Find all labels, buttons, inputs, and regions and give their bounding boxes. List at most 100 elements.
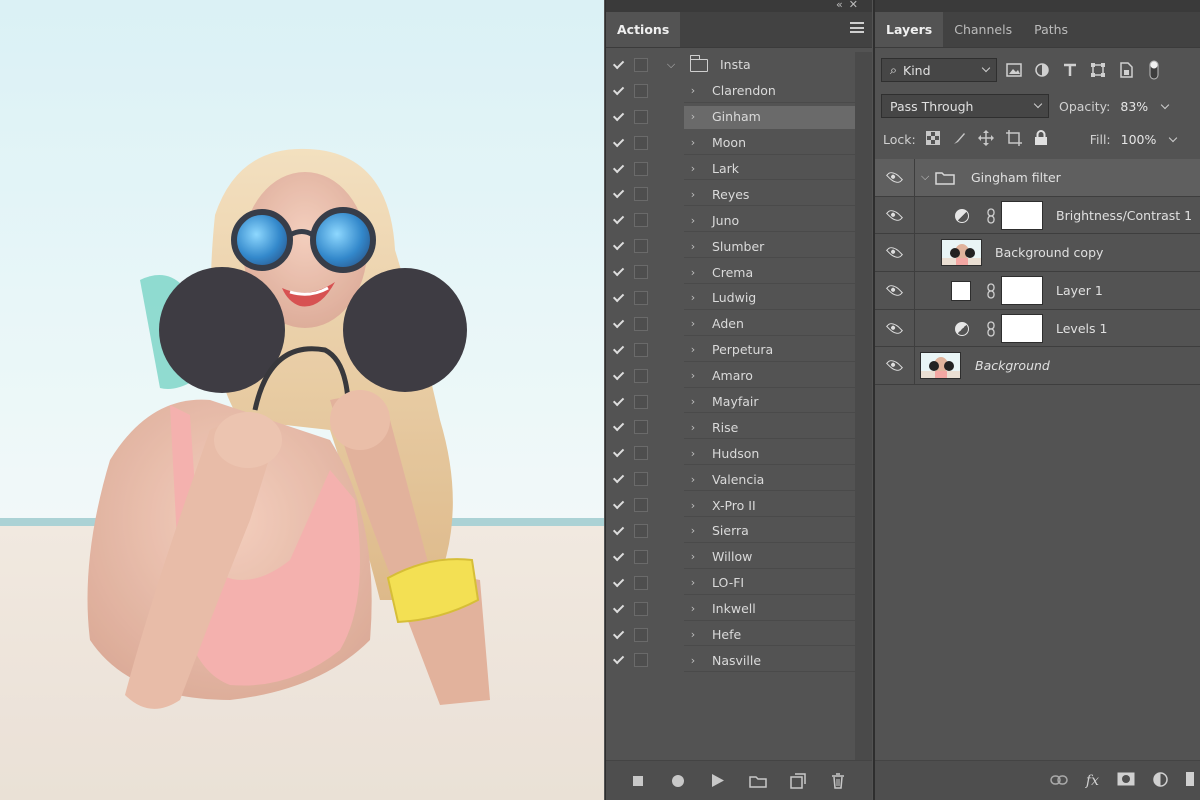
- mask-icon[interactable]: [1117, 772, 1135, 789]
- new-action-icon[interactable]: [788, 771, 808, 791]
- dialog-toggle[interactable]: [634, 135, 656, 150]
- dialog-toggle[interactable]: [634, 265, 656, 280]
- action-item[interactable]: › Ginham: [606, 104, 856, 130]
- layer-layer-1[interactable]: Layer 1: [875, 272, 1200, 310]
- visibility-toggle[interactable]: [875, 272, 915, 309]
- chevron-right-icon[interactable]: ›: [686, 343, 700, 356]
- dialog-toggle[interactable]: [634, 342, 656, 357]
- toggle-check[interactable]: [606, 290, 634, 303]
- visibility-toggle[interactable]: [875, 347, 915, 385]
- layer-mask-thumbnail[interactable]: [1001, 276, 1043, 306]
- action-row-body[interactable]: › Hudson: [684, 442, 856, 466]
- chevron-right-icon[interactable]: ›: [686, 136, 700, 149]
- chevron-right-icon[interactable]: ›: [686, 654, 700, 667]
- dialog-toggle[interactable]: [634, 290, 656, 305]
- dialog-toggle[interactable]: [634, 83, 656, 98]
- toggle-check[interactable]: [606, 368, 634, 380]
- close-icon[interactable]: ✕: [849, 0, 864, 11]
- dialog-toggle[interactable]: [634, 187, 656, 202]
- chevron-right-icon[interactable]: ›: [686, 576, 700, 589]
- lock-position-icon[interactable]: [977, 130, 994, 149]
- link-chain-icon[interactable]: [987, 208, 995, 224]
- toggle-check[interactable]: [606, 601, 634, 613]
- toggle-check[interactable]: [606, 575, 634, 587]
- layer-thumbnail[interactable]: [941, 239, 982, 267]
- toggle-check[interactable]: [606, 394, 634, 406]
- tab-layers[interactable]: Layers: [875, 12, 944, 47]
- toggle-check[interactable]: [606, 549, 634, 562]
- visibility-toggle[interactable]: [875, 159, 915, 196]
- toggle-check[interactable]: [606, 187, 634, 199]
- action-row-body[interactable]: › LO-FI: [684, 572, 856, 595]
- layer-background[interactable]: Background: [875, 347, 1200, 386]
- chevron-down-icon[interactable]: [1160, 100, 1170, 109]
- action-row-body[interactable]: › Juno: [684, 209, 856, 233]
- tab-actions[interactable]: Actions: [606, 12, 681, 47]
- layer-background-copy[interactable]: Background copy: [875, 234, 1200, 273]
- chevron-right-icon[interactable]: ›: [686, 110, 700, 123]
- lock-paint-icon[interactable]: [952, 131, 966, 148]
- layer-mask-thumbnail[interactable]: [1001, 200, 1043, 230]
- link-chain-icon[interactable]: [987, 283, 995, 299]
- lock-all-icon[interactable]: [1034, 130, 1048, 149]
- action-row-body[interactable]: › Ginham: [684, 105, 856, 129]
- layer-thumbnail[interactable]: [920, 352, 961, 380]
- dialog-toggle[interactable]: [634, 368, 656, 383]
- filter-kind-dropdown[interactable]: ⌕ Kind: [881, 58, 997, 82]
- chevron-right-icon[interactable]: ›: [686, 524, 700, 537]
- adjustment-filter-icon[interactable]: [1031, 59, 1053, 81]
- action-set-insta[interactable]: ⌵ Insta: [606, 52, 856, 78]
- chevron-right-icon[interactable]: ›: [686, 499, 700, 512]
- dialog-toggle[interactable]: [634, 394, 656, 409]
- blend-mode-dropdown[interactable]: Pass Through: [881, 94, 1049, 118]
- toggle-check[interactable]: [606, 627, 634, 639]
- dialog-toggle[interactable]: [634, 472, 656, 487]
- stop-icon[interactable]: [628, 771, 648, 791]
- action-item[interactable]: › Reyes: [606, 181, 856, 207]
- chevron-right-icon[interactable]: ›: [686, 266, 700, 279]
- action-item[interactable]: › X-Pro II: [606, 492, 856, 518]
- action-row-body[interactable]: › Amaro: [684, 365, 856, 388]
- chevron-down-icon[interactable]: ⌵: [921, 170, 929, 184]
- dialog-toggle[interactable]: [634, 420, 656, 435]
- toggle-check[interactable]: [606, 161, 634, 173]
- toggle-check[interactable]: [606, 135, 634, 147]
- action-row-body[interactable]: › Clarendon: [684, 80, 856, 103]
- action-item[interactable]: › Juno: [606, 207, 856, 233]
- layer-group-gingham-filter[interactable]: ⌵ Gingham filter: [875, 159, 1200, 197]
- chevron-right-icon[interactable]: ›: [686, 602, 700, 615]
- toggle-check[interactable]: [606, 653, 634, 665]
- toggle-check[interactable]: [606, 523, 634, 536]
- actions-scrollbar[interactable]: [855, 52, 872, 760]
- action-item[interactable]: › Valencia: [606, 466, 856, 492]
- new-group-icon[interactable]: [1186, 772, 1194, 789]
- dialog-toggle[interactable]: [634, 316, 656, 331]
- dialog-toggle[interactable]: [634, 601, 656, 616]
- action-item[interactable]: › Mayfair: [606, 389, 856, 415]
- document-canvas[interactable]: [0, 0, 604, 800]
- dialog-toggle[interactable]: [634, 627, 656, 642]
- chevron-right-icon[interactable]: ›: [686, 240, 700, 253]
- lock-transparent-icon[interactable]: [925, 131, 940, 148]
- toggle-check[interactable]: [606, 316, 634, 329]
- adjustment-layer-icon[interactable]: [1153, 771, 1168, 790]
- visibility-toggle[interactable]: [875, 234, 915, 272]
- toggle-check[interactable]: [606, 109, 634, 121]
- chevron-right-icon[interactable]: ›: [686, 188, 700, 201]
- dialog-toggle[interactable]: [634, 549, 656, 564]
- action-row-body[interactable]: › Reyes: [684, 183, 856, 207]
- smart-object-filter-icon[interactable]: [1115, 59, 1137, 81]
- action-row-body[interactable]: › Crema: [684, 261, 856, 285]
- toggle-check[interactable]: [606, 213, 634, 225]
- action-row-body[interactable]: › Slumber: [684, 235, 856, 259]
- dialog-toggle[interactable]: [634, 161, 656, 176]
- visibility-toggle[interactable]: [875, 196, 915, 234]
- chevron-right-icon[interactable]: ›: [686, 291, 700, 304]
- image-filter-icon[interactable]: [1003, 59, 1025, 81]
- action-row-body[interactable]: › Valencia: [684, 468, 856, 492]
- action-row-body[interactable]: › Moon: [684, 132, 856, 155]
- link-icon[interactable]: [1050, 774, 1068, 788]
- action-item[interactable]: › Aden: [606, 311, 856, 337]
- action-item[interactable]: › LO-FI: [606, 570, 856, 596]
- toggle-check[interactable]: [606, 420, 634, 432]
